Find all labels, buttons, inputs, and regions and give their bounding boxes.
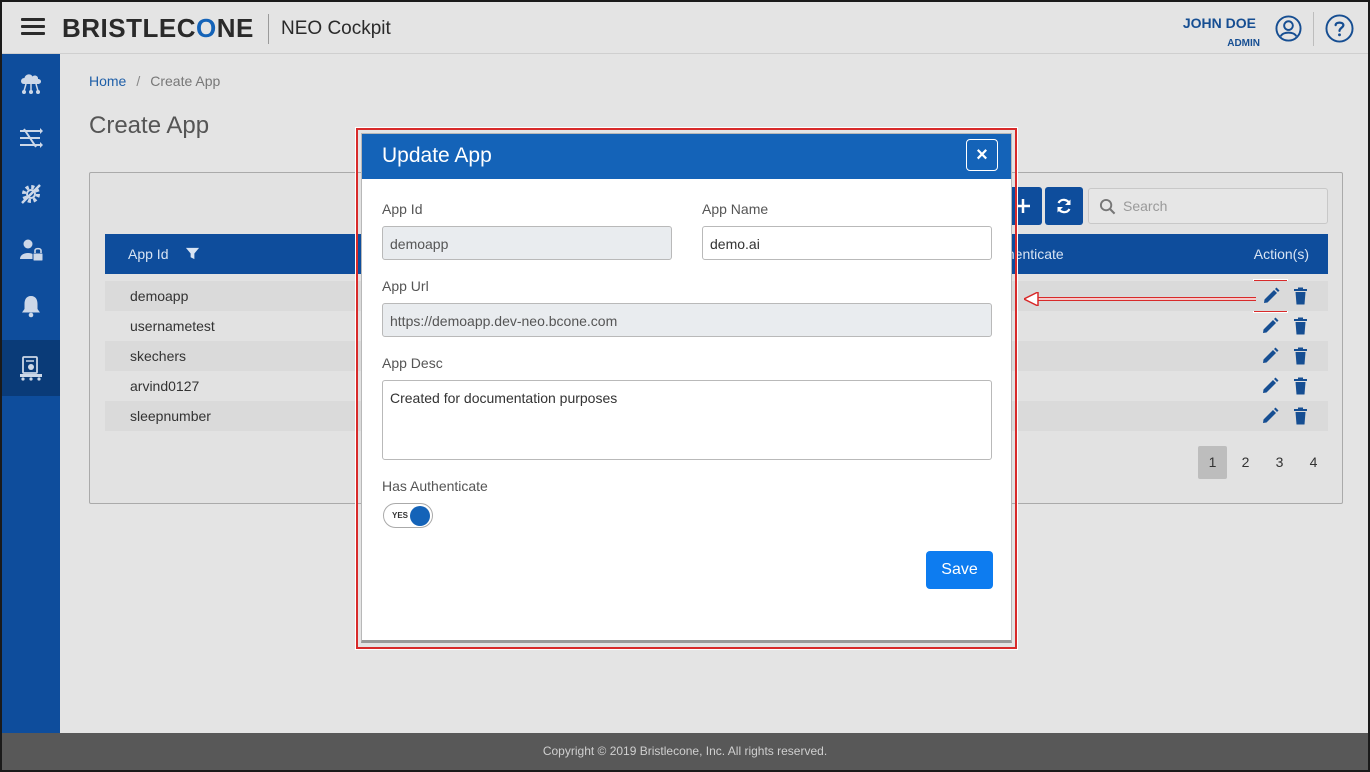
gear-tools-icon [21, 184, 41, 204]
app-desc-label: App Desc [382, 355, 443, 371]
column-header-app-id[interactable]: App Id [128, 246, 168, 262]
app-id-cell: demoapp [130, 288, 189, 304]
breadcrumb-home-link[interactable]: Home [89, 73, 126, 89]
pencil-edit-icon[interactable] [1261, 347, 1279, 365]
search-box [1088, 188, 1328, 224]
page-title: Create App [89, 112, 210, 139]
pencil-edit-icon[interactable] [1261, 317, 1279, 335]
search-input[interactable] [1123, 195, 1323, 217]
top-bar: BRISTLECONE NEO Cockpit JOHN DOE ADMIN [2, 2, 1368, 54]
user-role: ADMIN [1227, 38, 1260, 49]
cloud-network-icon [21, 74, 41, 94]
page-button-4[interactable]: 4 [1299, 446, 1328, 479]
trash-delete-icon[interactable] [1293, 407, 1308, 425]
update-app-modal: Update App × App Id demoapp App Name dem… [361, 133, 1012, 643]
app-url-label: App Url [382, 278, 429, 294]
close-icon: × [976, 144, 988, 166]
help-icon[interactable] [1325, 14, 1354, 43]
pencil-edit-icon[interactable] [1261, 407, 1279, 425]
user-name: JOHN DOE [1182, 15, 1256, 31]
breadcrumb: Home / Create App [89, 73, 220, 89]
page-button-2[interactable]: 2 [1231, 446, 1260, 479]
user-lock-icon [20, 239, 44, 262]
modal-title: Update App [382, 144, 492, 167]
app-id-cell: arvind0127 [130, 378, 200, 394]
header-separator [1313, 12, 1314, 46]
app-id-cell: skechers [130, 348, 187, 364]
trash-delete-icon[interactable] [1293, 287, 1308, 305]
page-button-1[interactable]: 1 [1198, 446, 1227, 479]
search-icon [1099, 198, 1116, 215]
sidebar-item-transform[interactable] [2, 110, 60, 166]
breadcrumb-separator: / [136, 73, 141, 89]
app-document-icon [20, 356, 42, 381]
modal-header: Update App × [362, 134, 1011, 179]
app-name-label: App Name [702, 201, 769, 217]
footer-copyright: Copyright © 2019 Bristlecone, Inc. All r… [2, 733, 1368, 770]
sidebar-item-cloud[interactable] [2, 54, 60, 110]
has-authenticate-label: Has Authenticate [382, 478, 488, 494]
app-id-field: demoapp [382, 226, 672, 260]
trash-delete-icon[interactable] [1293, 347, 1308, 365]
sidebar-item-user-access[interactable] [2, 222, 60, 278]
toggle-knob [410, 506, 430, 526]
save-button[interactable]: Save [926, 551, 993, 589]
app-id-cell: sleepnumber [130, 408, 211, 424]
breadcrumb-current: Create App [150, 73, 221, 89]
app-id-label: App Id [382, 201, 423, 217]
app-id-cell: usernametest [130, 318, 215, 334]
has-authenticate-toggle[interactable]: YES [383, 503, 433, 528]
header-divider [268, 14, 269, 44]
bell-icon [22, 296, 40, 318]
hamburger-menu-icon[interactable] [21, 18, 45, 36]
bristlecone-logo: BRISTLECONE [62, 13, 254, 43]
sidebar [2, 54, 60, 734]
app-window: BRISTLECONE NEO Cockpit JOHN DOE ADMIN H… [0, 0, 1370, 772]
refresh-icon [1057, 198, 1071, 214]
pencil-edit-icon[interactable] [1261, 377, 1279, 395]
close-button[interactable]: × [966, 139, 998, 171]
app-url-field: https://demoapp.dev-neo.bcone.com [382, 303, 992, 337]
column-header-actions: Action(s) [1253, 246, 1309, 262]
app-title: NEO Cockpit [281, 18, 391, 39]
transform-arrows-icon [20, 128, 43, 148]
sidebar-item-notifications[interactable] [2, 278, 60, 334]
refresh-button[interactable] [1045, 187, 1083, 225]
page-button-3[interactable]: 3 [1265, 446, 1294, 479]
trash-delete-icon[interactable] [1293, 317, 1308, 335]
pencil-edit-icon[interactable] [1262, 287, 1280, 305]
sidebar-item-apps[interactable] [2, 340, 60, 396]
user-account-icon[interactable] [1275, 15, 1302, 42]
trash-delete-icon[interactable] [1293, 377, 1308, 395]
callout-arrow [1024, 292, 1256, 306]
app-name-field[interactable]: demo.ai [702, 226, 992, 260]
app-desc-textarea[interactable]: Created for documentation purposes [382, 380, 992, 460]
toggle-text: YES [392, 511, 409, 520]
sidebar-item-settings[interactable] [2, 166, 60, 222]
filter-icon[interactable] [185, 246, 200, 261]
